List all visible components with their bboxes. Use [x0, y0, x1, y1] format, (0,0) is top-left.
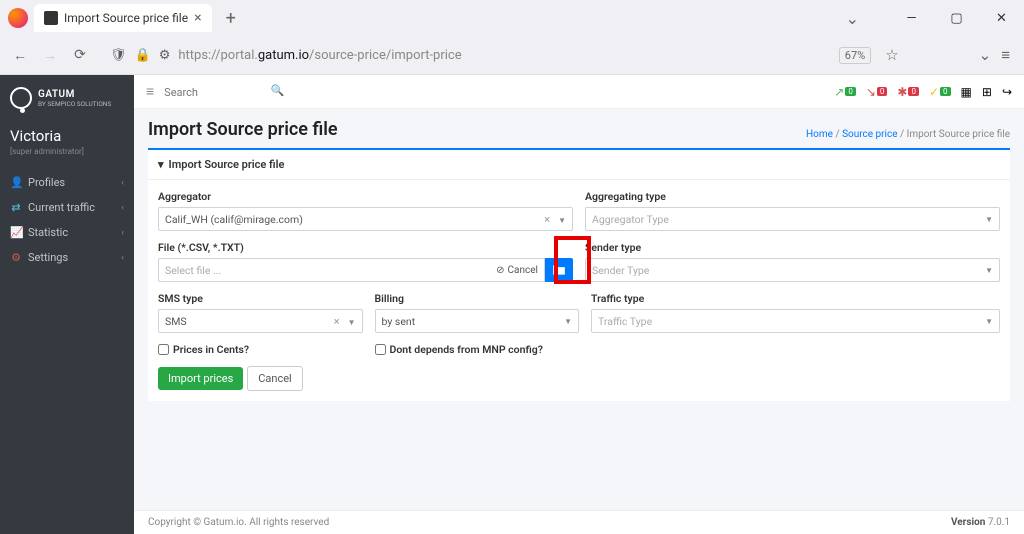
topbar-badge-4[interactable]: ✓0 [929, 85, 951, 99]
cancel-button[interactable]: Cancel [247, 366, 302, 391]
crumb-home[interactable]: Home [806, 129, 833, 140]
chevron-down-icon: ▼ [985, 215, 993, 224]
menu-icon[interactable]: ≡ [1001, 46, 1010, 64]
chevron-down-icon: ▼ [985, 317, 993, 326]
sidebar-item-profiles[interactable]: 👤Profiles ‹ [0, 170, 134, 195]
chevron-down-icon: ▼ [985, 266, 993, 275]
sms-select[interactable]: SMS ×▼ [158, 309, 363, 333]
back-button[interactable]: ← [10, 47, 30, 64]
breadcrumb: Home / Source price / Import Source pric… [806, 129, 1010, 140]
mnp-checkbox-wrap[interactable]: Dont depends from MNP config? [375, 343, 580, 356]
lock-icon: 🔒 [135, 48, 151, 63]
shield-icon: 🛡 [110, 48, 127, 63]
brand-subtitle: BY SEMPICO SOLUTIONS [38, 100, 111, 108]
settings-icon: ⚙ [10, 251, 22, 264]
close-tab-icon[interactable]: × [194, 10, 201, 26]
crumb-current: Import Source price file [907, 129, 1010, 140]
sidebar-toggle-icon[interactable]: ≡ [146, 83, 154, 100]
logout-icon[interactable]: ↪ [1002, 85, 1012, 99]
tabs-dropdown-icon[interactable]: ⌄ [846, 9, 859, 28]
sender-label: Sender type [585, 241, 1000, 254]
mnp-checkbox[interactable] [375, 344, 386, 355]
version-value: 7.0.1 [988, 517, 1010, 528]
file-input[interactable]: Select file ... ⊘Cancel [158, 258, 545, 282]
browser-chrome: Import Source price file × + ⌄ — ▢ ✕ ← →… [0, 0, 1024, 75]
maximize-button[interactable]: ▢ [934, 0, 979, 36]
address-bar[interactable]: 🛡 🔒 ⚙ https://portal.gatum.io/source-pri… [100, 48, 829, 63]
sms-label: SMS type [158, 292, 363, 305]
cancel-icon: ⊘ [496, 265, 504, 276]
traffic-select[interactable]: Traffic Type ▼ [591, 309, 1000, 333]
tab-title: Import Source price file [64, 11, 188, 25]
aggregator-label: Aggregator [158, 190, 573, 203]
logo-icon [10, 87, 32, 109]
file-label: File (*.CSV, *.TXT) [158, 241, 573, 254]
billing-select[interactable]: by sent ▼ [375, 309, 580, 333]
sidebar-item-settings[interactable]: ⚙Settings ‹ [0, 245, 134, 270]
traffic-label: Traffic type [591, 292, 1000, 305]
page-title: Import Source price file [148, 119, 338, 140]
chevron-down-icon: ▼ [558, 216, 566, 225]
browser-tab[interactable]: Import Source price file × [34, 4, 212, 32]
pocket-icon[interactable]: ⌄ [979, 46, 992, 64]
footer: Copyright © Gatum.io. All rights reserve… [134, 510, 1024, 534]
zoom-level[interactable]: 67% [839, 47, 871, 64]
brand-name: GATUM [38, 89, 111, 100]
user-role: [super administrator] [0, 147, 134, 170]
clear-aggregator-icon[interactable]: × [544, 213, 550, 226]
search-icon[interactable]: 🔍 [270, 84, 284, 97]
sidebar-item-statistic[interactable]: 📈Statistic ‹ [0, 220, 134, 245]
sidebar: GATUM BY SEMPICO SOLUTIONS Victoria [sup… [0, 75, 134, 534]
bookmark-icon[interactable]: ☆ [885, 46, 898, 64]
reload-button[interactable]: ⟳ [70, 47, 90, 63]
cents-checkbox-wrap[interactable]: Prices in Cents? [158, 343, 363, 356]
minimize-button[interactable]: — [889, 0, 934, 36]
firefox-icon [8, 8, 28, 28]
folder-icon [552, 264, 566, 276]
topbar: ≡ 🔍 ↗0 ↘0 ✱0 ✓0 ▦ ⊞ ↪ [134, 75, 1024, 109]
file-browse-button[interactable] [545, 258, 573, 282]
file-cancel-button[interactable]: ⊘Cancel [496, 265, 538, 276]
copyright: Copyright © Gatum.io. All rights reserve… [148, 517, 329, 528]
permissions-icon: ⚙ [159, 48, 171, 63]
tab-favicon [44, 11, 58, 25]
import-card: ▾ Import Source price file Aggregator Ca… [148, 148, 1010, 401]
aggtype-label: Aggregating type [585, 190, 1000, 203]
flag-icon[interactable]: ▦ [961, 85, 972, 99]
sender-select[interactable]: Sender Type ▼ [585, 258, 1000, 282]
user-name: Victoria [0, 117, 134, 147]
chevron-down-icon: ▼ [564, 317, 572, 326]
new-tab-button[interactable]: + [220, 8, 242, 29]
topbar-badge-1[interactable]: ↗0 [834, 85, 856, 99]
aggregator-select[interactable]: Calif_WH (calif@mirage.com) ×▼ [158, 207, 573, 231]
topbar-badge-3[interactable]: ✱0 [897, 85, 919, 99]
sidebar-item-traffic[interactable]: ⇄Current traffic ‹ [0, 195, 134, 220]
version-label: Version [951, 517, 988, 528]
chevron-left-icon: ‹ [121, 203, 124, 213]
close-window-button[interactable]: ✕ [979, 0, 1024, 36]
chevron-left-icon: ‹ [121, 178, 124, 188]
profiles-icon: 👤 [10, 176, 22, 189]
chevron-down-icon: ▼ [348, 318, 356, 327]
billing-label: Billing [375, 292, 580, 305]
crumb-source-price[interactable]: Source price [842, 129, 897, 140]
clear-sms-icon[interactable]: × [334, 315, 340, 328]
brand-logo: GATUM BY SEMPICO SOLUTIONS [0, 83, 134, 117]
statistic-icon: 📈 [10, 226, 22, 239]
traffic-icon: ⇄ [10, 201, 22, 214]
grid-icon[interactable]: ⊞ [982, 85, 992, 99]
aggtype-select[interactable]: Aggregator Type ▼ [585, 207, 1000, 231]
chevron-left-icon: ‹ [121, 253, 124, 263]
topbar-badge-2[interactable]: ↘0 [866, 85, 888, 99]
forward-button: → [40, 47, 60, 64]
cents-checkbox[interactable] [158, 344, 169, 355]
filter-icon: ▾ [158, 158, 164, 171]
import-prices-button[interactable]: Import prices [158, 367, 243, 390]
card-title: Import Source price file [169, 158, 285, 171]
chevron-left-icon: ‹ [121, 228, 124, 238]
search-input[interactable] [164, 82, 284, 103]
